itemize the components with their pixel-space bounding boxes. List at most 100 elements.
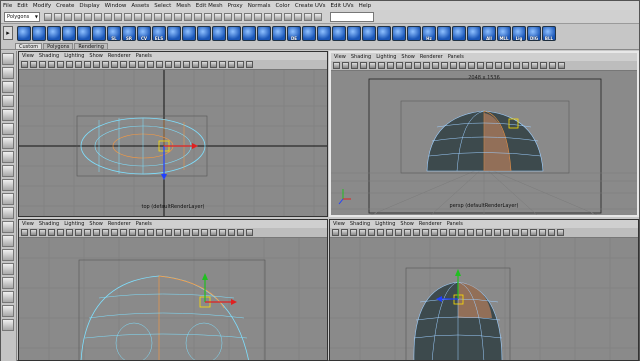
xray-icon[interactable]	[147, 61, 154, 68]
shelf-tool-icon[interactable]: DE	[287, 26, 301, 41]
field-chart-icon[interactable]	[93, 61, 100, 68]
shelf-tool-icon[interactable]	[302, 26, 316, 41]
menu-assets[interactable]: Assets	[131, 3, 149, 9]
pane-menu-show[interactable]: Show	[89, 53, 103, 59]
layout-custom-icon[interactable]	[2, 263, 14, 275]
wireframe-icon[interactable]	[120, 229, 127, 236]
menu-mesh[interactable]: Mesh	[176, 3, 190, 9]
pane-menu-show[interactable]: Show	[89, 221, 103, 227]
shelf-tool-icon[interactable]: CV	[137, 26, 151, 41]
pane-menu-view[interactable]: View	[22, 221, 34, 227]
select-tool-icon[interactable]	[2, 53, 14, 65]
bookmark-icon[interactable]	[351, 62, 358, 69]
snap-curve-icon[interactable]	[194, 12, 202, 21]
smooth-shade-icon[interactable]	[129, 61, 136, 68]
menu-create[interactable]: Create	[56, 3, 74, 9]
input-output-icon[interactable]	[304, 12, 312, 21]
shelf-tool-icon[interactable]	[317, 26, 331, 41]
camera-icon[interactable]	[21, 61, 28, 68]
pane-menu-panels[interactable]: Panels	[136, 221, 152, 227]
ao-icon[interactable]	[219, 229, 226, 236]
mask-icon[interactable]	[174, 12, 182, 21]
viewport-persp[interactable]: View Shading Lighting Show Renderer Pane…	[329, 51, 639, 217]
safe-action-icon[interactable]	[413, 229, 420, 236]
rotate-tool-icon[interactable]	[2, 109, 14, 121]
camera-icon[interactable]	[558, 62, 565, 69]
camera-icon[interactable]	[21, 229, 28, 236]
motion-blur-icon[interactable]	[228, 229, 235, 236]
motion-blur-icon[interactable]	[539, 229, 546, 236]
field-chart-icon[interactable]	[93, 229, 100, 236]
camera-icon[interactable]	[30, 229, 37, 236]
xray-icon[interactable]	[459, 62, 466, 69]
smooth-shade-icon[interactable]	[440, 229, 447, 236]
pane-menu-renderer[interactable]: Renderer	[420, 54, 443, 60]
mask-icon[interactable]	[164, 12, 172, 21]
camera-icon[interactable]	[342, 62, 349, 69]
shelf-tool-icon[interactable]	[197, 26, 211, 41]
dof-icon[interactable]	[521, 229, 528, 236]
camera-icon[interactable]	[246, 61, 253, 68]
gate-mask-icon[interactable]	[84, 229, 91, 236]
shelf-tool-icon[interactable]	[212, 26, 226, 41]
shelf-tool-icon[interactable]	[362, 26, 376, 41]
pane-menu-shading[interactable]: Shading	[351, 54, 371, 60]
textured-icon[interactable]	[156, 229, 163, 236]
pane-menu-panels[interactable]: Panels	[448, 54, 464, 60]
viewport-front[interactable]: View Shading Lighting Show Renderer Pane…	[18, 219, 328, 361]
image-plane-icon[interactable]	[48, 61, 55, 68]
ao-icon[interactable]	[219, 61, 226, 68]
menu-edit[interactable]: Edit	[17, 3, 28, 9]
render-icon[interactable]	[234, 12, 242, 21]
camera-icon[interactable]	[548, 229, 555, 236]
snap-point-icon[interactable]	[204, 12, 212, 21]
select-hierarchy-icon[interactable]	[74, 12, 82, 21]
bookmark-icon[interactable]	[39, 229, 46, 236]
camera-icon[interactable]	[333, 62, 340, 69]
safe-action-icon[interactable]	[102, 61, 109, 68]
resolution-gate-icon[interactable]	[386, 229, 393, 236]
persp-view-canvas[interactable]	[331, 71, 637, 215]
camera-icon[interactable]	[237, 61, 244, 68]
pane-menu-shading[interactable]: Shading	[350, 221, 370, 227]
viewport-side[interactable]: View Shading Lighting Show Renderer Pane…	[329, 219, 639, 361]
smooth-shade-icon[interactable]	[441, 62, 448, 69]
mask-icon[interactable]	[124, 12, 132, 21]
menu-select[interactable]: Select	[154, 3, 171, 9]
menu-normals[interactable]: Normals	[248, 3, 271, 9]
shelf-tool-icon[interactable]	[62, 26, 76, 41]
mask-icon[interactable]	[144, 12, 152, 21]
lights-icon[interactable]	[165, 229, 172, 236]
pane-menu-lighting[interactable]: Lighting	[375, 221, 395, 227]
pane-menu-renderer[interactable]: Renderer	[108, 221, 131, 227]
shelf-tool-icon[interactable]: BLL	[542, 26, 556, 41]
menu-create-uvs[interactable]: Create UVs	[295, 3, 326, 9]
layout-outliner-icon[interactable]	[2, 207, 14, 219]
xray-icon[interactable]	[458, 229, 465, 236]
isolate-icon[interactable]	[183, 61, 190, 68]
shadows-icon[interactable]	[486, 62, 493, 69]
open-scene-icon[interactable]	[54, 12, 62, 21]
front-view-canvas[interactable]	[19, 238, 328, 361]
shelf-tool-icon[interactable]: Hz	[422, 26, 436, 41]
shelf-tab-polygons[interactable]: Polygons	[43, 43, 74, 50]
hud-icon[interactable]	[192, 61, 199, 68]
shelf-tool-icon[interactable]	[452, 26, 466, 41]
quick-select-field[interactable]	[330, 11, 374, 22]
gate-mask-icon[interactable]	[396, 62, 403, 69]
shelf-tool-icon[interactable]	[332, 26, 346, 41]
layout-four-icon[interactable]	[2, 179, 14, 191]
smooth-shade-icon[interactable]	[129, 229, 136, 236]
lights-icon[interactable]	[476, 229, 483, 236]
layout-custom-icon[interactable]	[2, 319, 14, 331]
shelf-tool-icon[interactable]	[347, 26, 361, 41]
shelf-tool-icon[interactable]	[32, 26, 46, 41]
motion-blur-icon[interactable]	[540, 62, 547, 69]
motion-blur-icon[interactable]	[228, 61, 235, 68]
safe-title-icon[interactable]	[111, 229, 118, 236]
last-tool-icon[interactable]	[2, 151, 14, 163]
snap-grid-icon[interactable]	[184, 12, 192, 21]
lights-icon[interactable]	[477, 62, 484, 69]
shelf-tool-icon[interactable]	[257, 26, 271, 41]
shelf-tab-rendering[interactable]: Rendering	[74, 43, 108, 50]
